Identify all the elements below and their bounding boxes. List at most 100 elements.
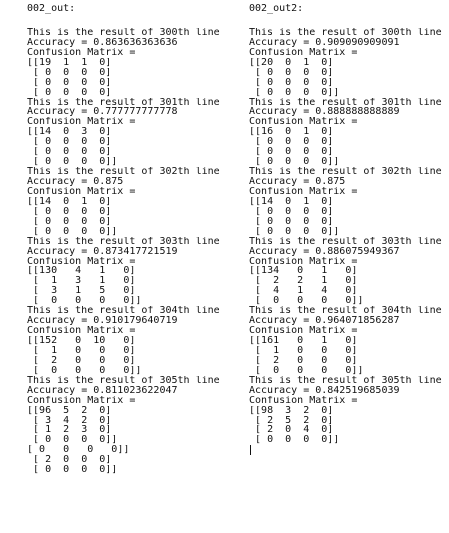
highlight-underline: 14 0: [39, 127, 70, 138]
output-line: [[96 5 2 0]: [27, 405, 112, 416]
highlight-underline: 2 0: [261, 425, 292, 436]
output-line: [ 3 1 5 0]: [27, 286, 136, 297]
output-line: [ 0 0 0 0]: [249, 147, 334, 158]
left-output-title: 002_out:: [27, 4, 76, 14]
highlight-underline: = 0.964071856287: [303, 316, 400, 327]
output-line: [[14 0 3 0]: [27, 127, 112, 138]
output-line: [ 2 2 1 0]: [249, 276, 358, 287]
highlight-underline: = 0.888888888889: [303, 107, 400, 118]
highlight-underline: 1 3: [39, 276, 82, 287]
output-line: [ 0 0 0 0]]: [27, 465, 118, 476]
output-line: [[161 0 1 0]: [249, 336, 358, 346]
output-line: Confusion Matrix =: [27, 326, 136, 336]
highlight-underline: 0 0: [39, 87, 70, 98]
output-line: Confusion Matrix =: [249, 395, 358, 406]
output-line: [ 0 0 0 0]: [27, 87, 112, 98]
highlight-underline: 0 0: [261, 206, 292, 217]
output-line: [ 0 0 0 0]: [27, 147, 112, 158]
output-line: Confusion Matrix =: [249, 256, 358, 267]
highlight-underline: 0 0: [261, 296, 304, 307]
output-line: [ 0 0 0 0]: [27, 216, 112, 227]
highlight-underline: 16 0: [261, 127, 292, 138]
highlight-underline: 2 5: [261, 415, 292, 426]
output-line: Accuracy = 0.910179640719: [27, 316, 178, 327]
output-line: This is the result of 303th line: [249, 236, 442, 247]
output-line: Accuracy = 0.964071856287: [249, 316, 400, 327]
right-output-title: 002_out2:: [249, 4, 304, 14]
highlight-underline: 20 0: [261, 57, 292, 68]
output-line: Accuracy = 0.875: [249, 177, 346, 187]
highlight-underline: = 0.875: [303, 177, 346, 187]
highlight-underline: 0 0: [39, 296, 82, 307]
output-line: [[16 0 1 0]: [249, 127, 334, 138]
output-line: Confusion Matrix =: [27, 47, 136, 58]
output-line: [ 2 0 0 0]: [249, 355, 358, 366]
highlight-underline: 2 2: [261, 276, 304, 287]
output-line: [ 2 0 0 0]: [27, 455, 112, 466]
highlight-underline: 0 0: [39, 216, 70, 227]
output-line: Confusion Matrix =: [249, 186, 358, 197]
output-line: Accuracy = 0.909090909091: [249, 37, 400, 48]
output-line: [[19 1 1 0]: [27, 57, 112, 68]
output-line: [ 2 5 2 0]: [249, 415, 334, 426]
highlight-underline: = 0.910179640719: [81, 316, 178, 327]
output-line: [ 0 0 0 0]]: [27, 445, 130, 456]
output-line: Confusion Matrix =: [27, 186, 136, 197]
highlight-underline: = 0.842519685039: [303, 385, 400, 396]
output-line: [ 3 4 2 0]: [27, 415, 112, 426]
highlight-underline: 0 0: [39, 226, 70, 237]
highlight-underline: 98 3: [261, 405, 292, 416]
highlight-underline: 152 0: [39, 336, 82, 346]
highlight-underline: = 0.886075949367: [303, 246, 400, 257]
right-output-panel: 002_out2: This is the result of 300th li…: [249, 4, 447, 456]
output-line: [ 0 0 0 0]]: [27, 226, 118, 237]
output-line: [ 0 0 0 0]: [27, 67, 112, 78]
highlight-underline: = 0.875: [81, 177, 124, 187]
output-line: [ 0 0 0 0]: [27, 137, 112, 148]
output-line: Accuracy = 0.873417721519: [27, 246, 178, 257]
highlight-underline: 0 0: [261, 77, 292, 88]
highlight-underline: 0 0: [261, 365, 304, 376]
output-line: [ 2 0 0 0]: [27, 355, 136, 366]
highlight-underline: = 0.777777777778: [81, 107, 178, 118]
output-line: [ 0 0 0 0]: [249, 206, 334, 217]
output-line: [ 0 0 0 0]: [249, 137, 334, 148]
output-line: Confusion Matrix =: [27, 117, 136, 128]
highlight-underline: 0 0: [39, 465, 70, 476]
output-line: Confusion Matrix =: [27, 256, 136, 267]
highlight-underline: 0 0: [261, 87, 292, 98]
output-line: Accuracy = 0.888888888889: [249, 107, 400, 118]
highlight-underline: 19 1: [39, 57, 70, 68]
output-line: This is the result of 301th line: [27, 97, 220, 108]
output-line: [ 2 0 4 0]: [249, 425, 334, 436]
output-line: [[20 0 1 0]: [249, 57, 334, 68]
output-line: [ 0 0 0 0]: [249, 67, 334, 78]
output-line: Accuracy = 0.842519685039: [249, 385, 400, 396]
output-line: [ 0 0 0 0]]: [249, 296, 364, 307]
output-line: This is the result of 302th line: [249, 167, 442, 177]
highlight-underline: 14 0: [261, 196, 292, 207]
output-line: [[14 0 1 0]: [27, 196, 112, 207]
output-line: [ 0 0 0 0]]: [27, 365, 142, 376]
highlight-underline: 1 0: [39, 345, 82, 356]
highlight-underline: 0 0: [261, 157, 292, 168]
highlight-underline: = 0.909090909091: [303, 37, 400, 48]
highlight-underline: 0 0: [39, 365, 82, 376]
highlight-underline: 14 0: [39, 196, 70, 207]
output-line: This is the result of 304th line: [249, 306, 442, 317]
highlight-underline: 0 0: [261, 435, 292, 446]
highlight-underline: = 0.811023622047: [81, 385, 178, 396]
output-line: Confusion Matrix =: [249, 117, 358, 128]
output-line: This is the result of 300th line: [27, 27, 220, 38]
highlight-underline: = 0.873417721519: [81, 246, 178, 257]
output-line: Accuracy = 0.811023622047: [27, 385, 178, 396]
highlight-underline: 0 0: [261, 137, 292, 148]
highlight-underline: 0 0: [39, 137, 70, 148]
output-line: [ 0 0 0 0]: [27, 206, 112, 217]
output-line: [ 0 0 0 0]]: [27, 157, 118, 168]
output-line: Accuracy = 0.777777777778: [27, 107, 178, 118]
highlight-underline: 0 0: [261, 216, 292, 227]
highlight-underline: 161 0: [261, 336, 304, 346]
highlight-underline: 0 0: [39, 147, 70, 158]
highlight-underline: 1 0: [261, 345, 304, 356]
